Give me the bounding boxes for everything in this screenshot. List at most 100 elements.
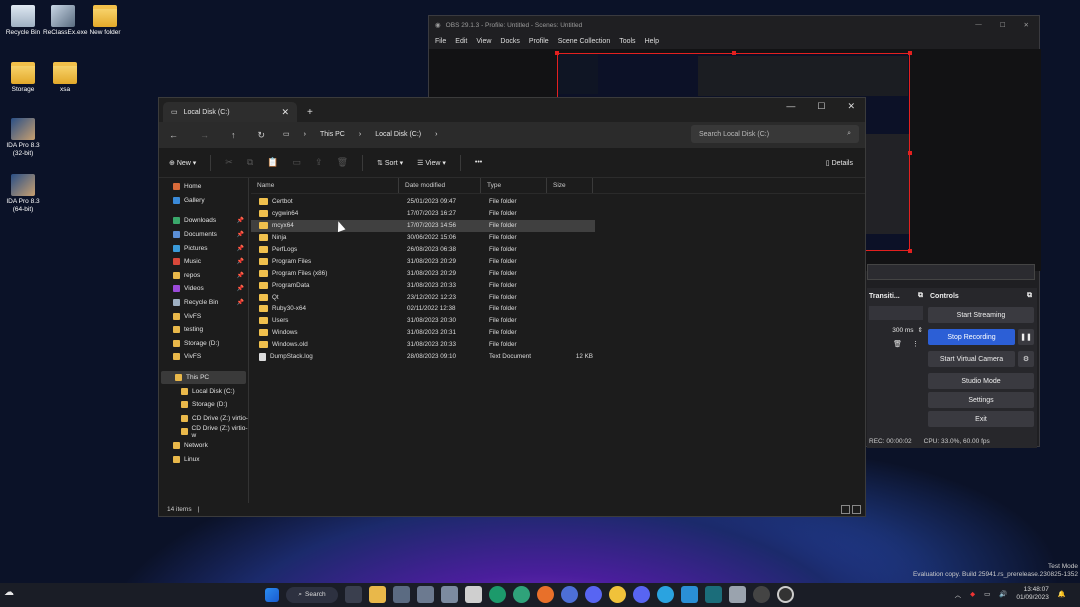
nav-item[interactable]: testing	[159, 323, 248, 337]
address-bar[interactable]: ▭ › This PC › Local Disk (C:) ›	[277, 125, 685, 143]
menu-item[interactable]: View	[476, 38, 491, 45]
search-input[interactable]: Search Local Disk (C:) ⌕	[691, 125, 859, 143]
nav-item[interactable]: Home	[159, 180, 248, 194]
nav-item[interactable]: Documents 📌	[159, 228, 248, 242]
nav-item[interactable]: repos 📌	[159, 269, 248, 283]
table-row[interactable]: DumpStack.log 28/08/2023 09:10 Text Docume…	[251, 351, 865, 363]
table-row[interactable]: Program Files 31/08/2023 20:29 File folder	[251, 255, 865, 267]
file-explorer-icon[interactable]	[369, 586, 386, 603]
app-icon[interactable]	[465, 586, 482, 603]
column-size[interactable]: Size	[547, 178, 593, 193]
pin-icon[interactable]: 📌	[237, 285, 244, 292]
nav-item[interactable]: CD Drive (Z:) virtio-w	[159, 425, 248, 439]
stop-recording-button[interactable]: Stop Recording	[928, 329, 1015, 345]
back-icon[interactable]: ←	[169, 130, 178, 140]
desktop-icon[interactable]: IDA Pro 8.3 (64-bit)	[3, 174, 43, 214]
close-icon[interactable]: ✕	[847, 101, 855, 112]
desktop-icon[interactable]: ReClassEx.exe	[43, 5, 87, 37]
nav-item[interactable]: Linux	[159, 452, 248, 466]
table-row[interactable]: ProgramData 31/08/2023 20:33 File folder	[251, 279, 865, 291]
more-options-button[interactable]: •••	[475, 159, 482, 166]
obs-taskbar-icon[interactable]	[777, 586, 794, 603]
new-tab-icon[interactable]: +	[307, 107, 313, 118]
volume-icon[interactable]: 🔊	[999, 590, 1007, 598]
more-icon[interactable]: ⋮	[912, 340, 919, 348]
table-row[interactable]: mcyx64 17/07/2023 14:56 File folder	[251, 219, 595, 232]
copy-icon[interactable]: ⧉	[247, 157, 253, 168]
maximize-icon[interactable]: ☐	[817, 101, 825, 112]
nav-item[interactable]: This PC	[161, 370, 246, 385]
cut-icon[interactable]: ✂	[225, 157, 233, 168]
nav-item[interactable]: Storage (D:)	[159, 398, 248, 412]
start-streaming-button[interactable]: Start Streaming	[928, 307, 1034, 323]
pin-icon[interactable]: 📌	[237, 258, 244, 265]
nav-item[interactable]: VivFS	[159, 350, 248, 364]
menu-item[interactable]: Scene Collection	[558, 38, 611, 45]
nav-item[interactable]: Music 📌	[159, 255, 248, 269]
chevron-up-icon[interactable]: ︿	[955, 589, 962, 599]
sort-button[interactable]: ⇅ Sort ▾	[377, 159, 403, 167]
settings-button[interactable]: Settings	[928, 392, 1034, 408]
desktop-icon[interactable]: xsa	[45, 62, 85, 94]
nav-item[interactable]: Gallery	[159, 194, 248, 208]
app-icon[interactable]	[609, 586, 626, 603]
column-date[interactable]: Date modified	[399, 178, 481, 193]
pin-icon[interactable]: 📌	[237, 231, 244, 238]
app-icon[interactable]	[417, 586, 434, 603]
discord-icon[interactable]	[633, 586, 650, 603]
pin-icon[interactable]: 📌	[237, 217, 244, 224]
details-view-icon[interactable]	[841, 504, 850, 514]
trash-icon[interactable]: 🗑	[893, 340, 902, 348]
table-row[interactable]: Qt 23/12/2022 12:23 File folder	[251, 291, 865, 303]
table-row[interactable]: Certbot 25/01/2023 09:47 File folder	[251, 196, 865, 208]
telegram-icon[interactable]	[657, 586, 674, 603]
github-icon[interactable]	[753, 586, 770, 603]
menu-item[interactable]: File	[435, 38, 446, 45]
gear-icon[interactable]: ⚙	[1018, 351, 1034, 367]
pin-icon[interactable]: 📌	[237, 272, 244, 279]
details-button[interactable]: ▯ Details	[826, 159, 853, 167]
nav-item[interactable]: Local Disk (C:)	[159, 384, 248, 398]
desktop-icon[interactable]: New folder	[85, 5, 125, 37]
exit-button[interactable]: Exit	[928, 411, 1034, 427]
nav-item[interactable]: Downloads 📌	[159, 214, 248, 228]
notification-icon[interactable]: 🔔	[1058, 590, 1066, 598]
obs-scene-dropdown[interactable]	[867, 264, 1035, 280]
obs-titlebar[interactable]: ◉ OBS 29.1.3 - Profile: Untitled - Scene…	[429, 16, 1039, 34]
forward-icon[interactable]: →	[200, 130, 209, 140]
share-icon[interactable]: ⇪	[315, 157, 323, 168]
refresh-icon[interactable]: ↻	[258, 130, 266, 141]
vscode-icon[interactable]	[681, 586, 698, 603]
table-row[interactable]: Program Files (x86) 31/08/2023 20:29 File …	[251, 267, 865, 279]
discord-icon[interactable]	[585, 586, 602, 603]
pin-icon[interactable]: 📌	[237, 299, 244, 306]
firefox-dev-icon[interactable]	[561, 586, 578, 603]
nav-item[interactable]: Pictures 📌	[159, 241, 248, 255]
table-row[interactable]: PerfLogs 26/08/2023 06:38 File folder	[251, 244, 865, 256]
app-icon[interactable]	[729, 586, 746, 603]
network-icon[interactable]: ▭	[984, 590, 990, 598]
close-tab-icon[interactable]: ✕	[281, 107, 289, 118]
new-button[interactable]: ⊕ New ▾	[169, 159, 196, 167]
column-name[interactable]: Name	[251, 178, 399, 193]
paste-icon[interactable]: 📋	[267, 157, 278, 168]
breadcrumb-this-pc[interactable]: This PC	[320, 131, 345, 138]
tiles-view-icon[interactable]	[852, 504, 861, 514]
rename-icon[interactable]: ▭	[293, 157, 302, 168]
app-icon[interactable]	[705, 586, 722, 603]
table-row[interactable]: Ninja 30/06/2022 15:06 File folder	[251, 232, 865, 244]
studio-mode-button[interactable]: Studio Mode	[928, 373, 1034, 389]
edge-dev-icon[interactable]	[513, 586, 530, 603]
table-row[interactable]: Ruby30-x64 02/11/2022 12:38 File folder	[251, 303, 865, 315]
menu-item[interactable]: Profile	[529, 38, 549, 45]
maximize-icon[interactable]: ☐	[1000, 21, 1006, 29]
table-row[interactable]: Users 31/08/2023 20:30 File folder	[251, 315, 865, 327]
desktop-icon[interactable]: IDA Pro 8.3 (32-bit)	[3, 118, 43, 158]
app-tray-icon[interactable]: ◆	[970, 590, 975, 598]
pin-icon[interactable]: 📌	[237, 245, 244, 252]
menu-item[interactable]: Tools	[619, 38, 635, 45]
table-row[interactable]: Windows 31/08/2023 20:31 File folder	[251, 327, 865, 339]
nav-item[interactable]: Storage (D:)	[159, 337, 248, 351]
start-icon[interactable]	[265, 587, 279, 602]
clock[interactable]: 13:48:07 01/09/2023	[1016, 586, 1049, 602]
